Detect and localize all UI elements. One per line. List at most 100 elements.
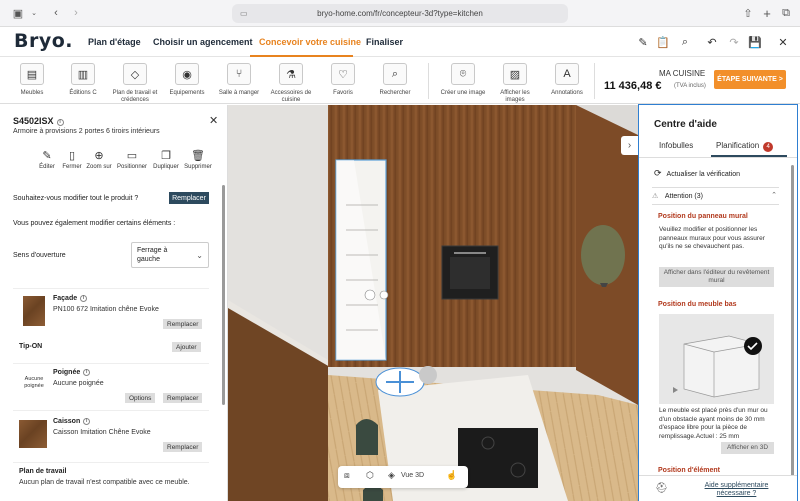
- carcass-title: Caisson i: [53, 418, 91, 425]
- address-bar[interactable]: ▭ bryo-home.com/fr/concepteur-3d?type=ki…: [232, 4, 568, 23]
- more-help-link[interactable]: Aide supplémentaire nécessaire ?: [694, 482, 779, 498]
- product-panel: S4502ISX i Armoire à provisions 2 portes …: [0, 105, 228, 501]
- cabinet-icon: ▥: [71, 63, 95, 85]
- layers-icon[interactable]: ⧈: [344, 470, 350, 481]
- tool-favorites[interactable]: ♡ Favoris: [318, 63, 368, 97]
- tipon-card: Tip-ON Ajouter: [13, 339, 209, 361]
- tipon-title: Tip-ON: [19, 343, 43, 350]
- gesture-icon[interactable]: ☝: [446, 470, 457, 481]
- 3d-viewport[interactable]: [228, 105, 638, 501]
- chevron-up-icon: ⌃: [771, 192, 777, 199]
- furniture-view-icon[interactable]: ⬡: [366, 470, 374, 481]
- nav-finalize[interactable]: Finaliser: [366, 37, 403, 47]
- design-toolbar: ▤ Meubles ▥ Éditions C ◇ Plan de travail et…: [0, 57, 800, 104]
- refresh-icon: ⟳: [654, 168, 662, 178]
- show-3d-button[interactable]: Afficher en 3D: [721, 442, 774, 454]
- tool-create-image[interactable]: ⌾ Créer une image: [438, 63, 488, 97]
- tool-dining[interactable]: ⑂ Salle à manger: [214, 63, 264, 97]
- warning-icon: ⚠: [652, 193, 659, 200]
- cube-icon[interactable]: ◈: [388, 470, 395, 481]
- tool-show-images[interactable]: ▨ Afficher les images: [490, 63, 540, 104]
- facade-value: PN100 672 Imitation chêne Evoke: [53, 306, 159, 313]
- info-icon[interactable]: i: [83, 369, 91, 376]
- search-icon: ⌕: [383, 63, 407, 85]
- chair-icon: ⑂: [227, 63, 251, 85]
- browser-toolbar: ▣ ⌄ ‹ › ▭ bryo-home.com/fr/concepteur-3d…: [0, 0, 800, 27]
- delete-button[interactable]: 🗑 Supprimer: [178, 149, 218, 170]
- clipboard-icon[interactable]: 📋: [656, 35, 670, 49]
- chevron-down-icon: ⌄: [196, 251, 203, 260]
- info-icon[interactable]: i: [56, 119, 64, 126]
- notepad-icon[interactable]: ✎: [636, 35, 650, 49]
- share-icon[interactable]: ⇧: [740, 6, 756, 20]
- refresh-check-button[interactable]: ⟳ Actualiser la vérification: [654, 168, 740, 179]
- tool-furniture[interactable]: ▤ Meubles: [7, 63, 57, 97]
- close-icon[interactable]: ✕: [776, 35, 790, 49]
- show-wall-editor-button[interactable]: Afficher dans l'éditeur du revêtement mu…: [659, 267, 774, 287]
- tool-worktop[interactable]: ◇ Plan de travail et crédences: [110, 63, 160, 104]
- carcass-card: Caisson i Caisson Imitation Chêne Evoke R…: [13, 410, 209, 458]
- annotation-icon: A: [555, 63, 579, 85]
- issue-text: Veuillez modifier et positionner les pan…: [659, 226, 765, 250]
- tipon-add-button[interactable]: Ajouter: [172, 342, 201, 352]
- handle-replace-button[interactable]: Remplacer: [163, 393, 203, 403]
- tool-annotations[interactable]: A Annotations: [542, 63, 592, 97]
- tool-search[interactable]: ⌕ Rechercher: [370, 63, 420, 97]
- chevron-down-icon[interactable]: ⌄: [26, 6, 42, 20]
- cart-total: 11 436,48 €: [604, 80, 662, 92]
- view-controls: ⧈ ⬡ ◈ Vue 3D ☝: [338, 466, 468, 488]
- logo: Bryo.: [14, 30, 74, 52]
- handle-options-button[interactable]: Options: [125, 393, 156, 403]
- view-3d-label[interactable]: Vue 3D: [401, 472, 424, 479]
- tool-editions[interactable]: ▥ Éditions C: [58, 63, 108, 97]
- nav-design[interactable]: Concevoir votre cuisine: [259, 37, 361, 47]
- attention-section[interactable]: ⚠ Attention (3) ⌃: [652, 187, 779, 205]
- facade-replace-button[interactable]: Remplacer: [163, 319, 203, 329]
- issue-illustration: [659, 314, 774, 404]
- opening-label: Sens d'ouverture: [13, 252, 66, 259]
- close-panel-icon[interactable]: ✕: [209, 114, 218, 127]
- cart-label: MA CUISINE: [659, 69, 706, 78]
- divider: [639, 157, 797, 158]
- redo-icon[interactable]: ↷: [727, 35, 741, 49]
- help-scrollbar[interactable]: [791, 165, 794, 501]
- opening-select[interactable]: Ferrage à gauche ⌄: [131, 242, 209, 268]
- next-step-button[interactable]: ÉTAPE SUIVANTE >: [714, 70, 786, 89]
- nav-layout[interactable]: Choisir un agencement: [153, 37, 253, 47]
- tab-tooltips[interactable]: Infobulles: [659, 141, 693, 150]
- issue-title: Position d'élément: [658, 467, 720, 474]
- sidebar-toggle-icon[interactable]: ▣: [10, 6, 26, 20]
- product-code: S4502ISX i: [13, 116, 64, 126]
- kitchen-render: [228, 105, 638, 501]
- back-icon[interactable]: ‹: [48, 6, 64, 20]
- undo-icon[interactable]: ↶: [705, 35, 719, 49]
- search-plan-icon[interactable]: ⌕: [678, 35, 692, 49]
- app-header: Bryo. Plan d'étage Choisir un agencement…: [0, 27, 800, 57]
- heart-icon: ♡: [331, 63, 355, 85]
- tabs-icon[interactable]: ⧉: [778, 6, 794, 20]
- utensils-icon: ⚗: [279, 63, 303, 85]
- handle-card: Aucune poignée Poignée i Aucune poignée O…: [13, 363, 209, 405]
- info-icon[interactable]: i: [83, 418, 91, 425]
- save-icon[interactable]: 💾: [748, 35, 762, 49]
- tool-accessories[interactable]: ⚗ Accessoires de cuisine: [266, 63, 316, 104]
- panel-scrollbar[interactable]: [222, 185, 225, 405]
- carcass-replace-button[interactable]: Remplacer: [163, 442, 203, 452]
- carcass-value: Caisson Imitation Chêne Evoke: [53, 429, 151, 436]
- tab-planning[interactable]: Planification 4: [716, 141, 774, 152]
- modify-elements-text: Vous pouvez également modifier certains …: [13, 220, 176, 227]
- info-icon[interactable]: i: [80, 295, 88, 302]
- help-center-panel: Centre d'aide Infobulles Planification 4 …: [638, 104, 798, 501]
- nav-floor-plan[interactable]: Plan d'étage: [88, 37, 141, 47]
- tool-equipment[interactable]: ◉ Equipements: [162, 63, 212, 97]
- toolbar-divider: [594, 63, 595, 99]
- forward-icon[interactable]: ›: [68, 6, 84, 20]
- chevron-right-icon: ›: [627, 140, 632, 151]
- new-tab-icon[interactable]: +: [759, 6, 775, 21]
- help-footer: ⛑ Aide supplémentaire nécessaire ?: [639, 475, 797, 501]
- url-text: bryo-home.com/fr/concepteur-3d?type=kitc…: [317, 9, 483, 18]
- worktop-card: Plan de travail Aucun plan de travail n'…: [13, 462, 209, 501]
- expand-panel-button[interactable]: ›: [621, 136, 638, 155]
- image-icon: ▨: [503, 63, 527, 85]
- replace-product-button[interactable]: Remplacer: [169, 192, 209, 204]
